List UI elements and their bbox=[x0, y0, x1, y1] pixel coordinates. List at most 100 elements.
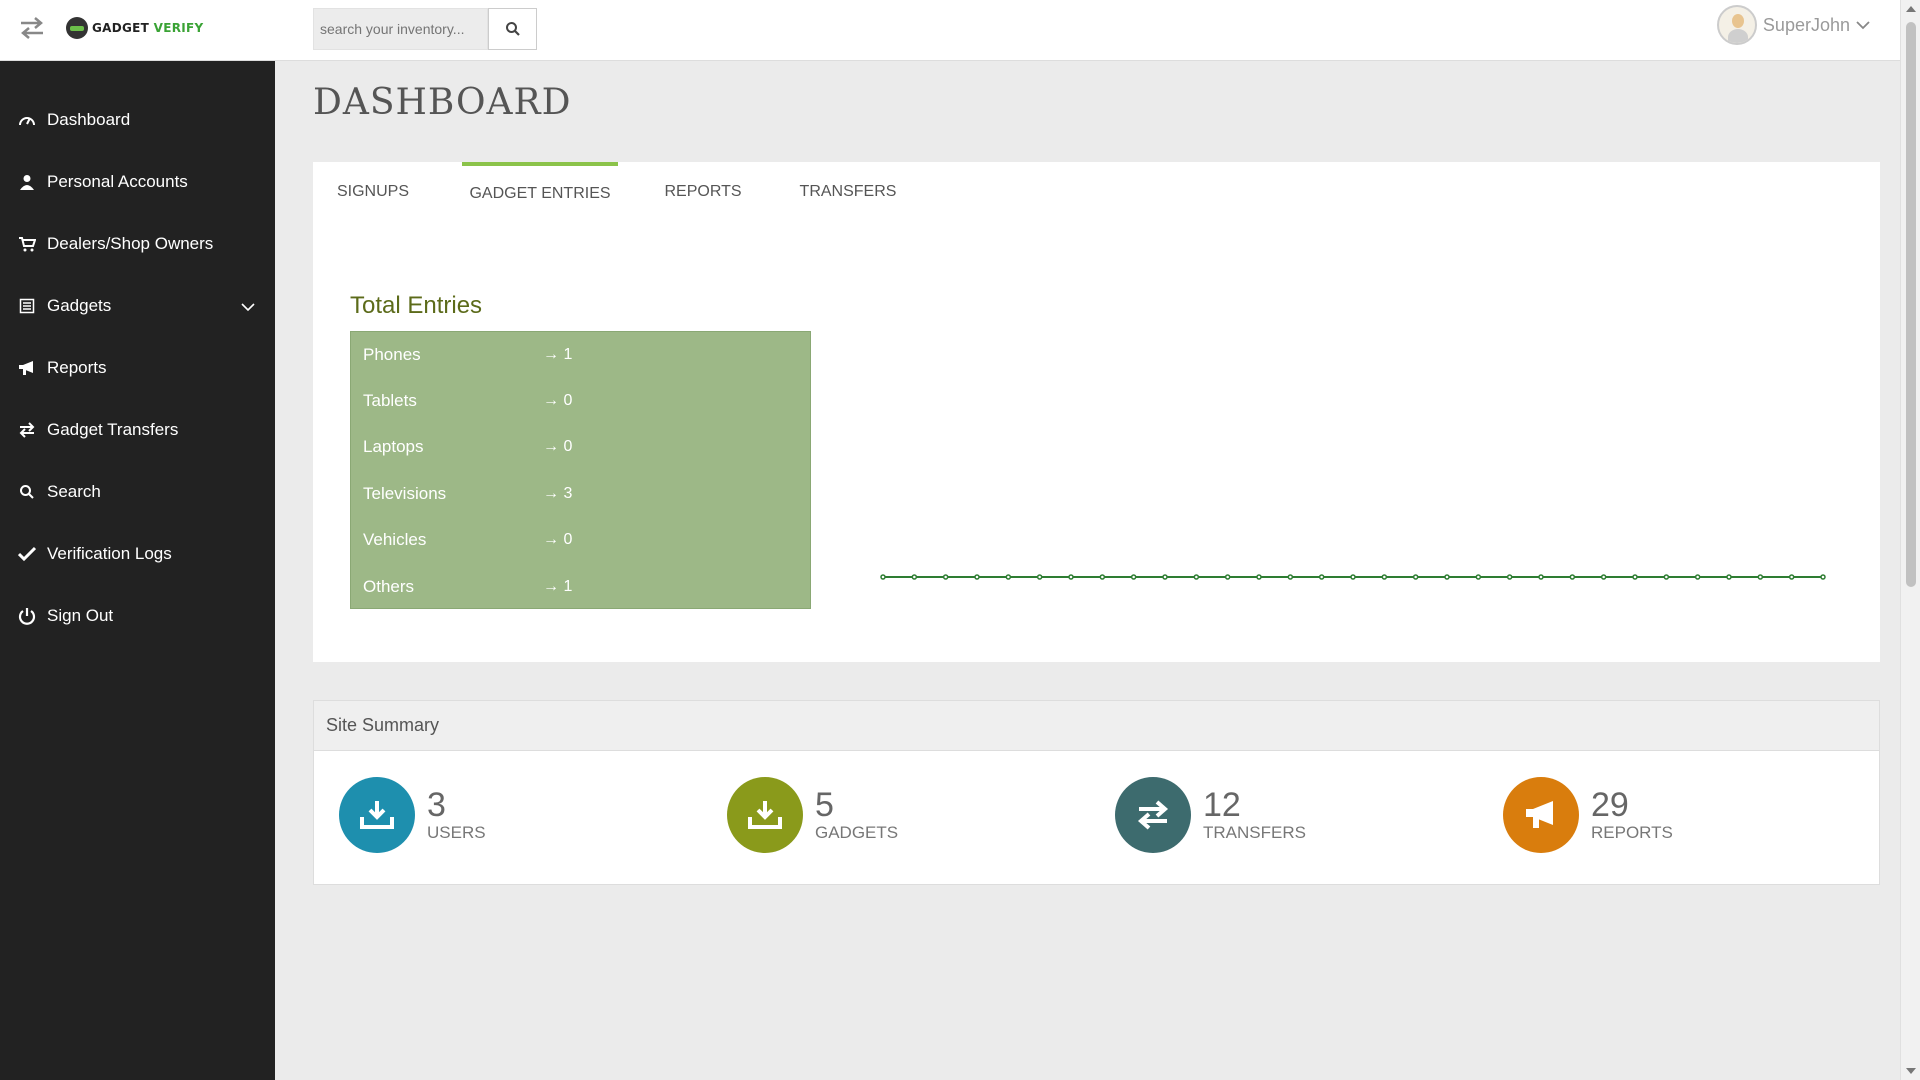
chart-point[interactable] bbox=[1632, 574, 1638, 580]
chart-point[interactable] bbox=[1224, 574, 1231, 580]
chart-point[interactable] bbox=[1318, 574, 1325, 580]
chart-point[interactable] bbox=[1444, 574, 1450, 580]
chart-point[interactable] bbox=[1694, 574, 1701, 580]
tab-panel: SIGNUPS GADGET ENTRIES REPORTS TRANSFERS… bbox=[313, 162, 1880, 662]
chart-point[interactable] bbox=[1475, 574, 1482, 580]
chart-point[interactable] bbox=[1663, 574, 1670, 580]
chart-point[interactable] bbox=[1726, 574, 1732, 580]
sidebar-item-sign-out[interactable]: Sign Out bbox=[0, 585, 275, 647]
chart-point[interactable] bbox=[1350, 574, 1356, 580]
page-title: DASHBOARD bbox=[313, 82, 572, 123]
stat-gadgets[interactable]: 5 GADGETS bbox=[727, 777, 898, 853]
chart-point[interactable] bbox=[1820, 574, 1826, 580]
entry-value: → 1 bbox=[543, 578, 573, 595]
transfer-icon bbox=[17, 422, 37, 438]
avatar[interactable] bbox=[1716, 5, 1757, 45]
sidebar-item-label: Gadgets bbox=[47, 296, 112, 315]
power-icon bbox=[17, 607, 37, 625]
stat-value: 29 bbox=[1591, 786, 1629, 824]
stat-transfers[interactable]: 12 TRANSFERS bbox=[1115, 777, 1306, 853]
sidebar-item-verification-logs[interactable]: Verification Logs bbox=[0, 523, 275, 585]
chart-point[interactable] bbox=[1036, 574, 1043, 580]
logo-text-verify: VERIFY bbox=[153, 21, 204, 35]
stat-reports[interactable]: 29 REPORTS bbox=[1503, 777, 1673, 853]
entry-value: → 1 bbox=[543, 346, 573, 363]
scroll-thumb[interactable] bbox=[1906, 22, 1916, 587]
search-bar bbox=[313, 8, 537, 50]
chart-point[interactable] bbox=[1412, 574, 1419, 580]
entry-value: → 0 bbox=[543, 531, 573, 548]
top-bar: GADGET VERIFY SuperJohn bbox=[0, 0, 1900, 61]
chart-point[interactable] bbox=[1757, 574, 1764, 580]
entry-label: Televisions bbox=[363, 484, 447, 503]
dashboard-icon bbox=[17, 112, 37, 128]
username[interactable]: SuperJohn bbox=[1763, 15, 1850, 36]
chevron-down-icon[interactable] bbox=[1856, 17, 1870, 33]
tab-transfers[interactable]: TRANSFERS bbox=[783, 162, 913, 222]
search-input[interactable] bbox=[313, 8, 488, 50]
chart-point[interactable] bbox=[911, 574, 918, 580]
download-icon bbox=[727, 777, 803, 853]
entry-value: → 0 bbox=[543, 392, 573, 409]
chart-point[interactable] bbox=[1569, 574, 1576, 580]
stat-value: 5 bbox=[815, 786, 834, 824]
chevron-down-icon[interactable] bbox=[241, 297, 255, 317]
user-menu[interactable]: SuperJohn bbox=[1716, 5, 1870, 45]
sidebar-item-label: Dashboard bbox=[47, 110, 131, 129]
page-scrollbar[interactable] bbox=[1900, 0, 1920, 1080]
tab-reports[interactable]: REPORTS bbox=[653, 162, 753, 222]
sidebar-item-label: Gadget Transfers bbox=[47, 420, 179, 439]
tab-gadget-entries[interactable]: GADGET ENTRIES bbox=[462, 162, 618, 222]
chart-point[interactable] bbox=[1287, 574, 1294, 580]
sidebar-item-gadgets[interactable]: Gadgets bbox=[0, 275, 275, 337]
entries-line-chart bbox=[880, 574, 1826, 580]
user-icon bbox=[17, 174, 37, 190]
scroll-up-arrow-icon[interactable] bbox=[1906, 6, 1916, 12]
sidebar-item-gadget-transfers[interactable]: Gadget Transfers bbox=[0, 399, 275, 461]
chart-point[interactable] bbox=[942, 574, 949, 580]
scroll-down-arrow-icon[interactable] bbox=[1906, 1068, 1916, 1074]
stat-label: USERS bbox=[427, 823, 486, 842]
megaphone-icon bbox=[17, 360, 37, 376]
entries-title: Total Entries bbox=[350, 292, 483, 319]
stat-label: REPORTS bbox=[1591, 823, 1673, 842]
sidebar-item-reports[interactable]: Reports bbox=[0, 337, 275, 399]
entry-label: Vehicles bbox=[363, 530, 427, 549]
entry-row: Televisions → 3 bbox=[363, 479, 803, 509]
chart-point[interactable] bbox=[1538, 574, 1544, 580]
logo[interactable]: GADGET VERIFY bbox=[66, 16, 204, 40]
sidebar-item-label: Personal Accounts bbox=[47, 172, 188, 191]
chart-point[interactable] bbox=[1162, 574, 1168, 580]
entry-value: → 3 bbox=[543, 485, 573, 502]
entry-row: Others → 1 bbox=[363, 572, 803, 602]
sidebar-item-dealers[interactable]: Dealers/Shop Owners bbox=[0, 213, 275, 275]
chart-point[interactable] bbox=[974, 574, 980, 580]
chart-point[interactable] bbox=[880, 574, 886, 580]
chart-point[interactable] bbox=[1068, 574, 1074, 580]
sidebar-item-label: Sign Out bbox=[47, 606, 114, 625]
sidebar-item-label: Dealers/Shop Owners bbox=[47, 234, 214, 253]
sidebar-item-label: Search bbox=[47, 482, 101, 501]
chart-point[interactable] bbox=[1788, 574, 1795, 580]
logo-text-gadget: GADGET bbox=[92, 21, 150, 35]
sidebar-item-search[interactable]: Search bbox=[0, 461, 275, 523]
search-icon bbox=[17, 484, 37, 500]
tab-signups[interactable]: SIGNUPS bbox=[323, 162, 423, 222]
chart-point[interactable] bbox=[1130, 574, 1137, 580]
sidebar-item-personal-accounts[interactable]: Personal Accounts bbox=[0, 151, 275, 213]
chart-point[interactable] bbox=[1005, 574, 1012, 580]
site-summary: Site Summary 3 USERS 5 GADGETS 12 TRANSF… bbox=[313, 700, 1880, 885]
chart-point[interactable] bbox=[1381, 574, 1388, 580]
stat-users[interactable]: 3 USERS bbox=[339, 777, 486, 853]
chart-point[interactable] bbox=[1256, 574, 1262, 580]
chart-point[interactable] bbox=[1600, 574, 1607, 580]
chart-point[interactable] bbox=[1099, 574, 1106, 580]
transfer-icon bbox=[1115, 777, 1191, 853]
sidebar-item-dashboard[interactable]: Dashboard bbox=[0, 89, 275, 151]
search-button[interactable] bbox=[488, 8, 537, 50]
sidebar-toggle-icon[interactable] bbox=[18, 16, 46, 42]
list-icon bbox=[17, 298, 37, 314]
chart-point[interactable] bbox=[1193, 574, 1200, 580]
chart-point[interactable] bbox=[1506, 574, 1513, 580]
entry-row: Laptops → 0 bbox=[363, 432, 803, 462]
